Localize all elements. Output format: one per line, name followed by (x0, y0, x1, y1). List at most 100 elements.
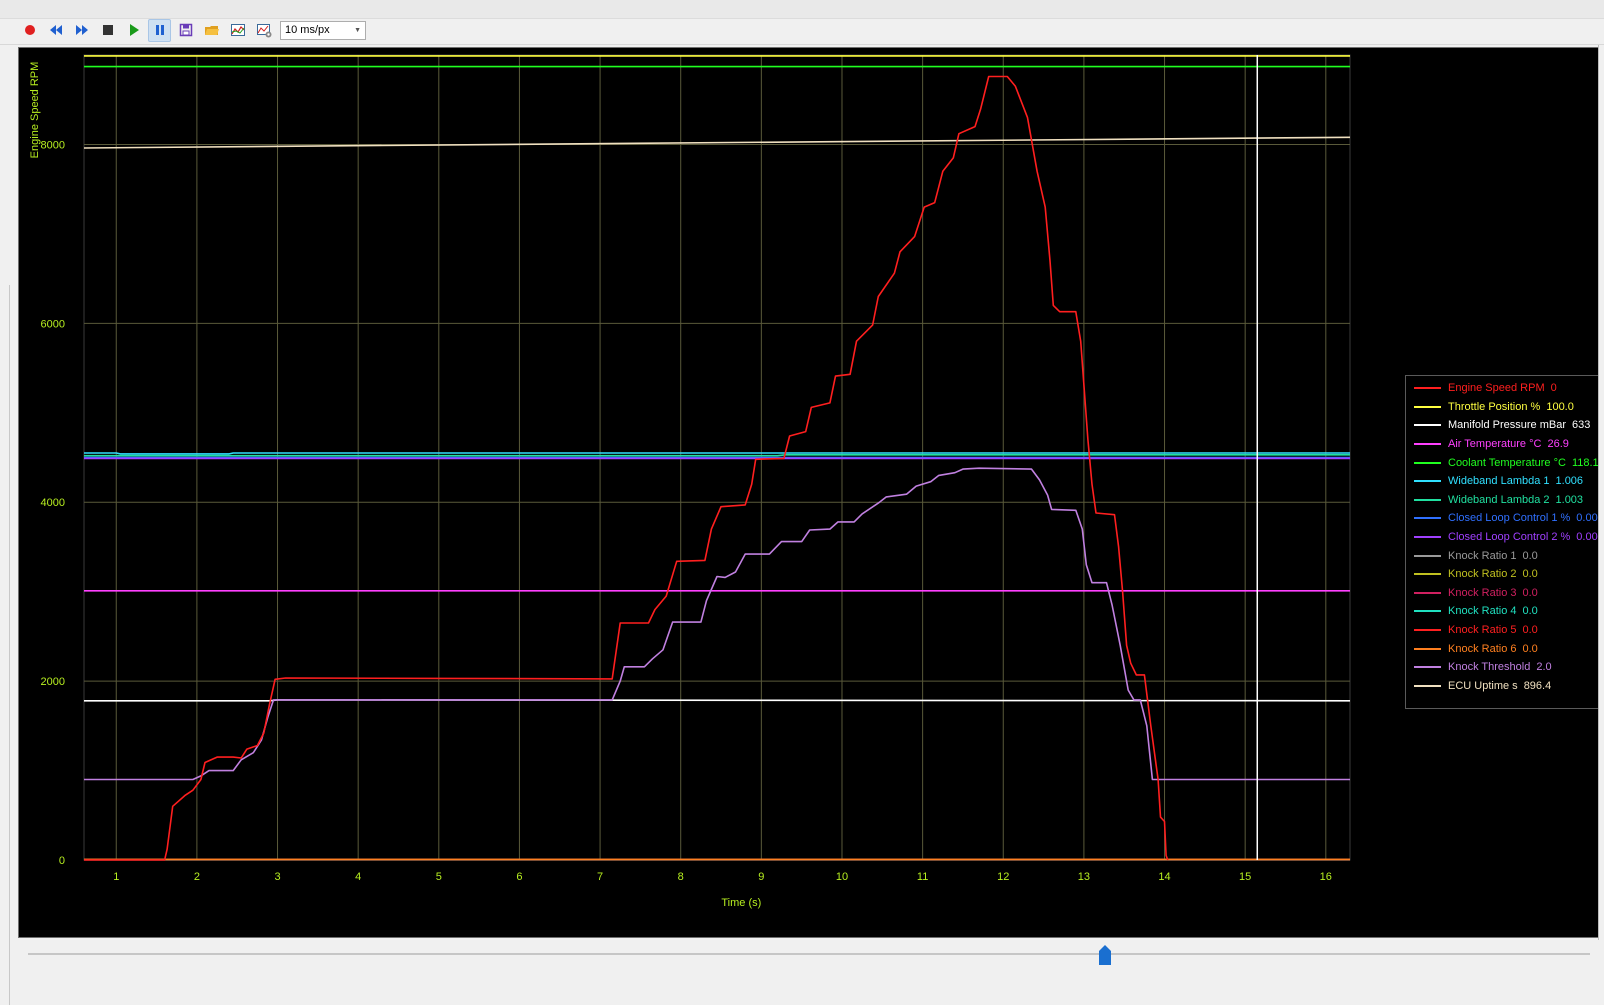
rewind-button[interactable] (44, 19, 67, 42)
x-tick-label: 16 (1320, 871, 1332, 883)
graph-settings-button[interactable] (226, 19, 249, 42)
legend-value: 0.0 (1522, 568, 1538, 581)
fast-forward-icon (75, 25, 88, 35)
x-tick-label: 12 (997, 871, 1009, 883)
series-line-ecu-uptime-s (83, 136, 1351, 149)
legend-label: Manifold Pressure mBar (1448, 419, 1566, 432)
legend-value: 0.0 (1522, 549, 1538, 562)
y-axis-label: Engine Speed RPM (29, 62, 41, 159)
legend-value: 896.4 (1523, 679, 1552, 692)
chevron-down-icon: ▼ (354, 26, 361, 34)
legend-label: Engine Speed RPM (1448, 382, 1545, 395)
legend-value: 633 (1572, 419, 1591, 432)
x-tick-label: 2 (194, 871, 200, 883)
legend-item[interactable]: Wideband Lambda 1 1.006 (1406, 472, 1604, 491)
legend-item[interactable]: Closed Loop Control 2 % 0.00 (1406, 528, 1604, 547)
legend-label: Closed Loop Control 1 % (1448, 512, 1571, 525)
zoom-select[interactable]: 10 ms/px ▼ (280, 20, 366, 40)
save-icon (179, 23, 192, 37)
x-tick-label: 4 (355, 871, 361, 883)
legend-swatch (1414, 498, 1441, 501)
legend-swatch (1414, 629, 1441, 632)
x-tick-label: 1 (113, 871, 119, 883)
legend-value: 0.0 (1522, 605, 1538, 618)
save-button[interactable] (174, 19, 197, 42)
x-tick-label: 8 (678, 871, 684, 883)
legend-value: 0.0 (1522, 642, 1538, 655)
fast-forward-button[interactable] (70, 19, 93, 42)
stop-button[interactable] (96, 19, 119, 42)
legend-swatch (1414, 536, 1441, 539)
legend-swatch (1414, 443, 1441, 446)
legend-swatch (1414, 480, 1441, 483)
legend-label: Closed Loop Control 2 % (1448, 531, 1571, 544)
legend-item[interactable]: Knock Ratio 4 0.0 (1406, 602, 1604, 621)
legend-value: 0.00 (1576, 531, 1598, 544)
legend-value: 2.0 (1536, 661, 1552, 674)
pause-icon (155, 25, 164, 35)
legend-label: Knock Ratio 2 (1448, 568, 1517, 581)
legend-item[interactable]: Knock Ratio 6 0.0 (1406, 639, 1604, 658)
legend-swatch (1414, 424, 1441, 427)
scroll-thumb[interactable] (1099, 945, 1111, 965)
legend-item[interactable]: Knock Threshold 2.0 (1406, 658, 1604, 677)
legend-item[interactable]: Knock Ratio 1 0.0 (1406, 546, 1604, 565)
y-tick-label: 6000 (41, 318, 65, 330)
legend-label: Air Temperature °C (1448, 438, 1542, 451)
time-scrollbar[interactable] (18, 940, 1600, 966)
legend-value: 0.0 (1522, 586, 1538, 599)
chart-canvas[interactable]: 1 2 3 4 5 6 7 8 9 10 11 12 13 14 15 1602000400060008000… (19, 48, 1603, 937)
legend-item[interactable]: Manifold Pressure mBar 633 (1406, 416, 1604, 435)
legend-label: Knock Ratio 6 (1448, 642, 1517, 655)
y-tick-label: 4000 (41, 497, 65, 509)
legend-value: 118.1 (1571, 456, 1599, 469)
legend-value: 0.00 (1576, 512, 1598, 525)
x-axis-label: Time (s) (721, 897, 761, 909)
legend-swatch (1414, 647, 1441, 650)
legend-item[interactable]: Closed Loop Control 1 % 0.00 (1406, 509, 1604, 528)
chart-legend: Engine Speed RPM 0 Throttle Position % 100.… (1405, 375, 1604, 709)
scroll-track[interactable] (28, 953, 1590, 955)
legend-label: Knock Ratio 5 (1448, 624, 1517, 637)
record-icon (24, 25, 35, 35)
toolbar: 10 ms/px ▼ (18, 18, 366, 42)
legend-label: ECU Uptime s (1448, 679, 1518, 692)
graph-settings-icon (230, 24, 245, 36)
x-tick-label: 3 (274, 871, 280, 883)
legend-swatch (1414, 610, 1441, 613)
graph-config-icon (256, 24, 271, 38)
x-tick-label: 11 (917, 871, 928, 883)
record-button[interactable] (18, 19, 41, 42)
pause-button[interactable] (148, 18, 171, 42)
x-tick-label: 14 (1158, 871, 1170, 883)
legend-value: 26.9 (1547, 438, 1569, 451)
series-line-wideband-lambda-2 (84, 453, 1350, 457)
legend-item[interactable]: Coolant Temperature °C 118.1 (1406, 453, 1604, 472)
legend-item[interactable]: Throttle Position % 100.0 (1406, 398, 1604, 417)
zoom-select-value: 10 ms/px (285, 24, 330, 36)
play-button[interactable] (122, 19, 145, 42)
right-panel-edge (1598, 45, 1604, 945)
legend-item[interactable]: Engine Speed RPM 0 (1406, 379, 1604, 398)
x-tick-label: 9 (758, 871, 764, 883)
legend-item[interactable]: Knock Ratio 5 0.0 (1406, 621, 1604, 640)
graph-config-button[interactable] (252, 19, 275, 42)
x-tick-label: 7 (597, 871, 603, 883)
stop-icon (102, 25, 113, 35)
y-tick-label: 0 (59, 855, 65, 867)
legend-swatch (1414, 387, 1441, 390)
legend-item[interactable]: Knock Ratio 2 0.0 (1406, 565, 1604, 584)
x-tick-label: 13 (1078, 871, 1090, 883)
legend-item[interactable]: Knock Ratio 3 0.0 (1406, 584, 1604, 603)
legend-swatch (1414, 591, 1441, 594)
chart-panel[interactable]: 1 2 3 4 5 6 7 8 9 10 11 12 13 14 15 16 0 2000 4000 6000 8000… (18, 47, 1604, 938)
legend-item[interactable]: ECU Uptime s 896.4 (1406, 677, 1604, 696)
legend-label: Knock Ratio 1 (1448, 549, 1517, 562)
x-tick-label: 10 (836, 871, 848, 883)
legend-item[interactable]: Air Temperature °C 26.9 (1406, 435, 1604, 454)
open-folder-button[interactable] (200, 19, 223, 42)
play-icon (129, 24, 139, 36)
legend-item[interactable]: Wideband Lambda 2 1.003 (1406, 491, 1604, 510)
legend-swatch (1414, 517, 1441, 520)
title-strip (0, 0, 1604, 19)
